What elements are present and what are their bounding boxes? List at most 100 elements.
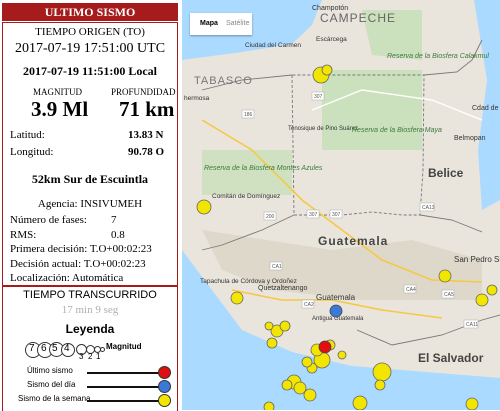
- quake-marker: [266, 337, 278, 349]
- day-quake-marker: [329, 304, 343, 318]
- mag-1: 1: [96, 352, 101, 361]
- label-guatemala-country: Guatemala: [318, 234, 388, 248]
- mag-2: 2: [88, 352, 93, 361]
- quake-marker: [301, 356, 313, 368]
- legend-label: Último sismo: [27, 366, 73, 375]
- label-guatemala-city: Guatemala: [316, 293, 356, 302]
- location-text: 52km Sur de Escuintla: [31, 172, 149, 186]
- quake-marker: [321, 64, 333, 76]
- label-champoton: Champotón: [312, 5, 348, 12]
- quake-marker: [438, 269, 452, 283]
- last-quake-details: TIEMPO ORIGEN (TO) 2017-07-19 17:51:00 U…: [2, 22, 178, 286]
- quake-marker: [337, 350, 347, 360]
- quake-marker: [352, 395, 368, 410]
- label-escarcega: Escárcega: [316, 36, 347, 43]
- road-label: CA4: [406, 287, 416, 293]
- last-quake-marker: [318, 340, 332, 354]
- week-quake-marker: [158, 394, 171, 407]
- magnitude-value: 3.9 Ml: [31, 97, 89, 121]
- road-label: 307: [332, 212, 341, 218]
- label-maya: Reserva de la Biosfera Maya: [352, 127, 442, 134]
- label-el-salvador: El Salvador: [418, 351, 484, 365]
- label-belmopan: Belmopan: [454, 135, 486, 142]
- quake-marker: [374, 379, 386, 391]
- road-label: 200: [266, 214, 275, 220]
- magnitude-scale: 7 6 5 4 3 2 1 Magnitud: [23, 338, 173, 362]
- label-campeche: CAMPECHE: [320, 11, 396, 25]
- depth-value: 71 km: [119, 97, 175, 121]
- phases-value: 7: [111, 214, 117, 226]
- first-decision: Primera decisión: T.O+00:02:23: [10, 243, 152, 255]
- latitude-label: Latitud:: [10, 129, 45, 141]
- label-montes-azules: Reserva de la Biosfera Montes Azules: [204, 165, 323, 172]
- label-calakmul: Reserva de la Biosfera Calakmul: [387, 53, 489, 60]
- latitude-value: 13.83 N: [128, 129, 164, 141]
- road-label: CA5: [444, 292, 454, 298]
- agency: Agencia: INSIVUMEH: [37, 198, 143, 210]
- current-decision: Decisión actual: T.O+00:02:23: [10, 258, 146, 270]
- road-label: 307: [314, 94, 323, 100]
- last-quake-marker: [158, 366, 171, 379]
- label-tapachula: Tapachula de Córdova y Ordoñez: [200, 278, 297, 285]
- legend-item-day: Sismo del día: [3, 379, 177, 393]
- label-san-pedro: San Pedro Sula: [454, 255, 500, 264]
- quake-marker: [196, 199, 212, 215]
- road-label: CA2: [304, 302, 314, 308]
- road-label: 186: [244, 112, 253, 118]
- day-quake-marker: [158, 380, 171, 393]
- map-type-toggle[interactable]: Mapa Satélite: [190, 13, 252, 35]
- legend-item-week: Sismo de la semana: [3, 393, 177, 407]
- mag-3: 3: [79, 352, 84, 361]
- quake-marker: [281, 379, 293, 391]
- label-tenosique: Tenosique de Pino Suárez: [288, 126, 358, 132]
- label-ciudad-carmen: Ciudad del Carmen: [245, 42, 301, 49]
- legend-item-last: Último sismo: [3, 365, 177, 379]
- utc-time: 2017-07-19 17:51:00 UTC: [14, 41, 166, 56]
- mag-7: 7: [29, 343, 35, 354]
- label-belice: Belice: [428, 166, 464, 180]
- label-cd-ne: Cdad de: [472, 105, 499, 112]
- label-tabasco: TABASCO: [194, 75, 253, 87]
- elapsed-value: 17 min 9 seg: [61, 304, 119, 316]
- elapsed-title: TIEMPO TRANSCURRIDO: [23, 289, 157, 301]
- map-canvas[interactable]: CAMPECHE Champotón Ciudad del Carmen Res…: [182, 0, 500, 410]
- depth-label: PROFUNDIDAD: [111, 87, 176, 97]
- quake-marker: [263, 401, 275, 410]
- label-quetzaltenango: Quetzaltenango: [258, 285, 308, 292]
- road-label: CA13: [422, 205, 435, 211]
- legend-title: Leyenda: [65, 322, 115, 336]
- quake-marker: [486, 284, 498, 296]
- quake-marker: [372, 362, 392, 382]
- quake-marker: [279, 320, 291, 332]
- mag-5: 5: [52, 343, 58, 354]
- localization: Localización: Automática: [10, 272, 124, 284]
- legend-label: Sismo de la semana: [18, 394, 91, 403]
- longitude-value: 90.78 O: [128, 146, 165, 158]
- magnitude-label: Magnitud: [106, 342, 142, 351]
- magnitude-label: MAGNITUD: [33, 87, 82, 97]
- tab-map[interactable]: Mapa: [200, 20, 218, 27]
- mag-6: 6: [41, 343, 47, 354]
- quake-marker: [230, 291, 244, 305]
- tab-satellite[interactable]: Satélite: [226, 20, 249, 27]
- longitude-label: Longitud:: [10, 146, 54, 158]
- elapsed-and-legend: TIEMPO TRANSCURRIDO 17 min 9 seg Leyenda…: [2, 286, 178, 411]
- earthquake-info-panel: ULTIMO SISMO TIEMPO ORIGEN (TO) 2017-07-…: [0, 0, 180, 411]
- road-label: 307: [309, 212, 318, 218]
- earthquake-map[interactable]: CAMPECHE Champotón Ciudad del Carmen Res…: [182, 0, 500, 410]
- local-time: 2017-07-19 11:51:00 Local: [23, 64, 157, 78]
- rms-value: 0.8: [111, 229, 125, 241]
- road-label: CA1: [272, 264, 282, 270]
- quake-marker: [293, 381, 307, 395]
- quake-marker: [264, 321, 274, 331]
- quake-marker: [303, 388, 317, 402]
- road-label: CA11: [466, 322, 478, 328]
- origin-time-label: TIEMPO ORIGEN (TO): [35, 26, 145, 38]
- label-comitan: Comitán de Domínguez: [212, 193, 280, 200]
- quake-marker: [475, 293, 489, 307]
- quake-marker: [465, 397, 479, 410]
- mag-4: 4: [64, 343, 70, 354]
- rms-label: RMS:: [10, 229, 37, 241]
- phases-label: Número de fases:: [10, 214, 87, 226]
- label-hermosa: hermosa: [184, 95, 210, 102]
